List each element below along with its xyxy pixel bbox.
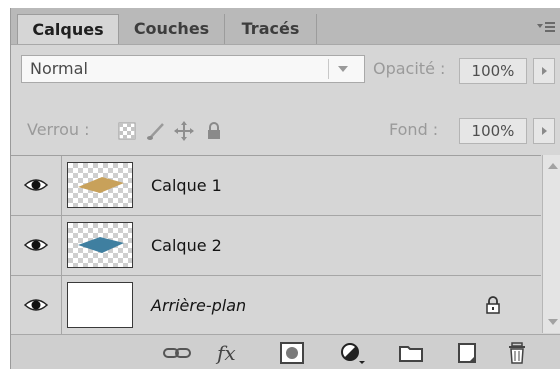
- layer-row[interactable]: Calque 2: [11, 216, 541, 276]
- lock-position-icon[interactable]: [173, 120, 195, 142]
- link-layers-icon[interactable]: [161, 341, 195, 365]
- layer-mask-icon[interactable]: [279, 341, 305, 365]
- layer-thumbnail: [67, 282, 133, 328]
- fill-label: Fond :: [389, 120, 439, 139]
- panel-tab-bar: Calques Couches Tracés: [11, 8, 560, 45]
- adjustment-layer-icon[interactable]: [339, 341, 369, 365]
- chevron-down-icon: [338, 66, 348, 72]
- layer-thumbnail: [67, 162, 133, 208]
- lock-image-pixels-icon[interactable]: [145, 120, 167, 142]
- eye-icon: [24, 239, 48, 251]
- layer-name[interactable]: Calque 2: [151, 216, 222, 275]
- tab-traces[interactable]: Tracés: [225, 14, 317, 44]
- layers-panel: Calques Couches Tracés Normal Opacité : …: [10, 8, 560, 369]
- panel-menu-icon[interactable]: [535, 18, 557, 36]
- layer-row[interactable]: Arrière-plan: [11, 276, 541, 336]
- trash-icon[interactable]: [505, 341, 529, 365]
- tab-calques[interactable]: Calques: [17, 14, 119, 44]
- scroll-up-icon[interactable]: [548, 163, 558, 169]
- fx-icon[interactable]: fx: [217, 341, 251, 365]
- visibility-toggle[interactable]: [11, 156, 62, 215]
- new-layer-icon[interactable]: [455, 341, 479, 365]
- blend-mode-select[interactable]: Normal: [21, 55, 365, 83]
- visibility-toggle[interactable]: [11, 216, 62, 275]
- tab-couches[interactable]: Couches: [119, 14, 225, 44]
- opacity-field[interactable]: 100%: [459, 58, 527, 84]
- layer-name[interactable]: Calque 1: [151, 156, 222, 215]
- lock-icon: [486, 296, 500, 314]
- new-group-icon[interactable]: [397, 341, 425, 365]
- layers-list: Calque 1 Calque 2 Arrière-plan: [11, 155, 541, 336]
- lock-transparent-pixels-icon[interactable]: [117, 120, 139, 142]
- layer-thumbnail: [67, 222, 133, 268]
- blend-mode-value: Normal: [30, 59, 88, 78]
- layer-name[interactable]: Arrière-plan: [151, 276, 246, 335]
- select-divider: [328, 59, 329, 79]
- fill-slider-button[interactable]: [533, 118, 555, 144]
- eye-icon: [24, 299, 48, 311]
- opacity-slider-button[interactable]: [533, 58, 555, 84]
- scroll-down-icon[interactable]: [548, 319, 558, 325]
- fill-field[interactable]: 100%: [459, 118, 527, 144]
- visibility-toggle[interactable]: [11, 276, 62, 335]
- layer-row[interactable]: Calque 1: [11, 156, 541, 216]
- lock-label: Verrou :: [27, 120, 90, 139]
- opacity-label: Opacité :: [373, 59, 446, 78]
- lock-all-icon[interactable]: [203, 120, 225, 142]
- eye-icon: [24, 179, 48, 191]
- layers-scrollbar[interactable]: [542, 155, 560, 333]
- layers-bottom-toolbar: fx: [11, 334, 560, 369]
